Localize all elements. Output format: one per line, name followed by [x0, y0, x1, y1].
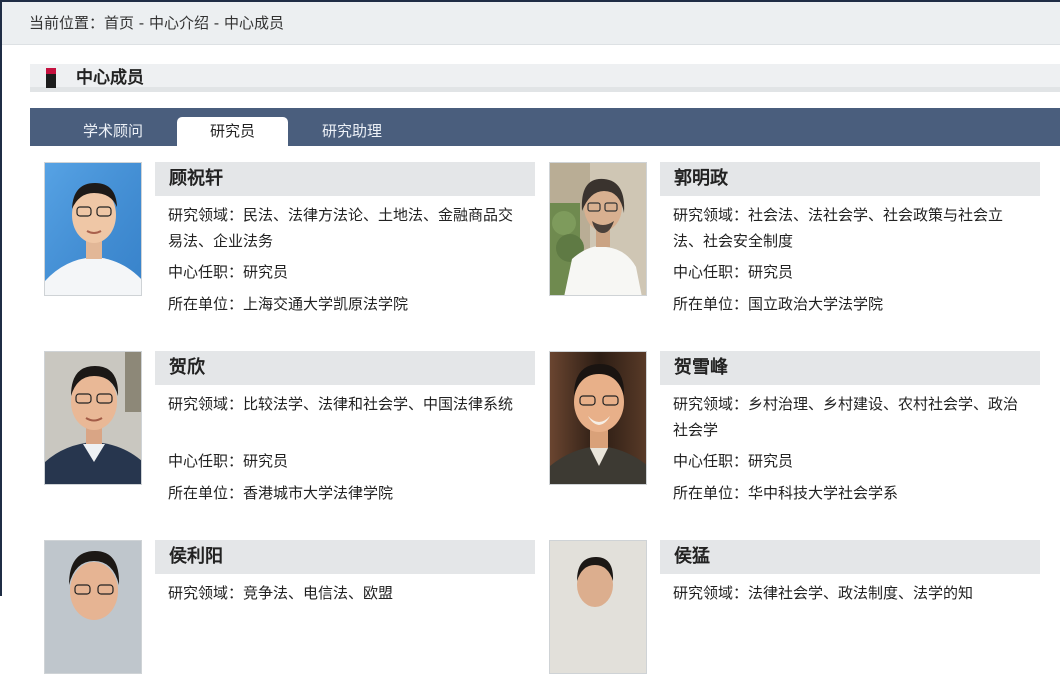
position-value: 研究员: [748, 452, 794, 470]
breadcrumb-home-link[interactable]: 首页: [104, 14, 134, 32]
member-name[interactable]: 贺欣: [155, 351, 535, 385]
section-marker-icon: [46, 68, 56, 88]
member-field: 研究领域：社会法、法社会学、社会政策与社会立法、社会安全制度: [673, 202, 1025, 254]
unit-value: 国立政治大学法学院: [748, 295, 884, 313]
member-position: 中心任职：研究员: [168, 259, 520, 285]
member-photo[interactable]: [44, 540, 142, 674]
member-field: 研究领域：乡村治理、乡村建设、农村社会学、政治社会学: [673, 391, 1025, 443]
field-label: 研究领域：: [673, 206, 749, 224]
tab-academic-advisors[interactable]: 学术顾问: [64, 117, 162, 146]
member-position: 中心任职：研究员: [168, 448, 520, 474]
unit-value: 上海交通大学凯原法学院: [243, 295, 409, 313]
member-card: 贺欣 研究领域：比较法学、法律和社会学、中国法律系统 中心任职：研究员 所在单位…: [44, 351, 536, 511]
member-name[interactable]: 顾祝轩: [155, 162, 535, 196]
section-header: 中心成员: [30, 64, 1060, 92]
field-label: 研究领域：: [168, 584, 244, 602]
member-position: 中心任职：研究员: [673, 259, 1025, 285]
position-label: 中心任职：: [168, 452, 244, 470]
unit-label: 所在单位：: [168, 484, 244, 502]
member-name[interactable]: 侯猛: [660, 540, 1040, 574]
member-field: 研究领域：竞争法、电信法、欧盟: [168, 580, 520, 606]
member-card: 贺雪峰 研究领域：乡村治理、乡村建设、农村社会学、政治社会学 中心任职：研究员 …: [549, 351, 1041, 511]
field-label: 研究领域：: [673, 584, 749, 602]
member-field: 研究领域：法律社会学、政法制度、法学的知: [673, 580, 1025, 606]
member-photo[interactable]: [44, 351, 142, 485]
member-field: 研究领域：比较法学、法律和社会学、中国法律系统: [168, 391, 520, 417]
unit-label: 所在单位：: [673, 295, 749, 313]
member-unit: 所在单位：华中科技大学社会学系: [673, 480, 1025, 506]
member-card: 侯猛 研究领域：法律社会学、政法制度、法学的知: [549, 540, 1041, 700]
member-name[interactable]: 贺雪峰: [660, 351, 1040, 385]
breadcrumb: 当前位置：首页 - 中心介绍 - 中心成员: [2, 2, 1060, 45]
position-value: 研究员: [748, 263, 794, 281]
member-name[interactable]: 郭明政: [660, 162, 1040, 196]
unit-value: 华中科技大学社会学系: [748, 484, 899, 502]
member-photo[interactable]: [44, 162, 142, 296]
position-value: 研究员: [243, 263, 289, 281]
member-card: 郭明政 研究领域：社会法、法社会学、社会政策与社会立法、社会安全制度 中心任职：…: [549, 162, 1041, 322]
member-field: 研究领域：民法、法律方法论、土地法、金融商品交易法、企业法务: [168, 202, 520, 254]
member-photo[interactable]: [549, 351, 647, 485]
field-value: 比较法学、法律和社会学、中国法律系统: [243, 395, 514, 413]
unit-label: 所在单位：: [168, 295, 244, 313]
unit-value: 香港城市大学法律学院: [243, 484, 394, 502]
member-unit: 所在单位：上海交通大学凯原法学院: [168, 291, 520, 317]
tab-researchers[interactable]: 研究员: [177, 117, 288, 146]
field-label: 研究领域：: [673, 395, 749, 413]
field-value: 法律社会学、政法制度、法学的知: [748, 584, 974, 602]
breadcrumb-members-link[interactable]: 中心成员: [224, 14, 284, 32]
breadcrumb-prefix: 当前位置：: [29, 14, 105, 32]
window-left-border: [0, 0, 2, 596]
section-title: 中心成员: [76, 68, 144, 88]
unit-label: 所在单位：: [673, 484, 749, 502]
field-label: 研究领域：: [168, 395, 244, 413]
tab-bar: 学术顾问 研究员 研究助理: [30, 108, 1060, 146]
breadcrumb-center-intro-link[interactable]: 中心介绍: [149, 14, 209, 32]
member-position: 中心任职：研究员: [673, 448, 1025, 474]
member-unit: 所在单位：香港城市大学法律学院: [168, 480, 520, 506]
member-photo[interactable]: [549, 540, 647, 674]
field-value: 竞争法、电信法、欧盟: [243, 584, 394, 602]
position-label: 中心任职：: [673, 263, 749, 281]
breadcrumb-separator: -: [209, 14, 224, 32]
position-value: 研究员: [243, 452, 289, 470]
member-card: 顾祝轩 研究领域：民法、法律方法论、土地法、金融商品交易法、企业法务 中心任职：…: [44, 162, 536, 322]
tab-research-assistants[interactable]: 研究助理: [303, 117, 401, 146]
member-name[interactable]: 侯利阳: [155, 540, 535, 574]
breadcrumb-separator: -: [134, 14, 149, 32]
member-unit: 所在单位：国立政治大学法学院: [673, 291, 1025, 317]
position-label: 中心任职：: [168, 263, 244, 281]
field-label: 研究领域：: [168, 206, 244, 224]
member-photo[interactable]: [549, 162, 647, 296]
position-label: 中心任职：: [673, 452, 749, 470]
member-card: 侯利阳 研究领域：竞争法、电信法、欧盟: [44, 540, 536, 700]
